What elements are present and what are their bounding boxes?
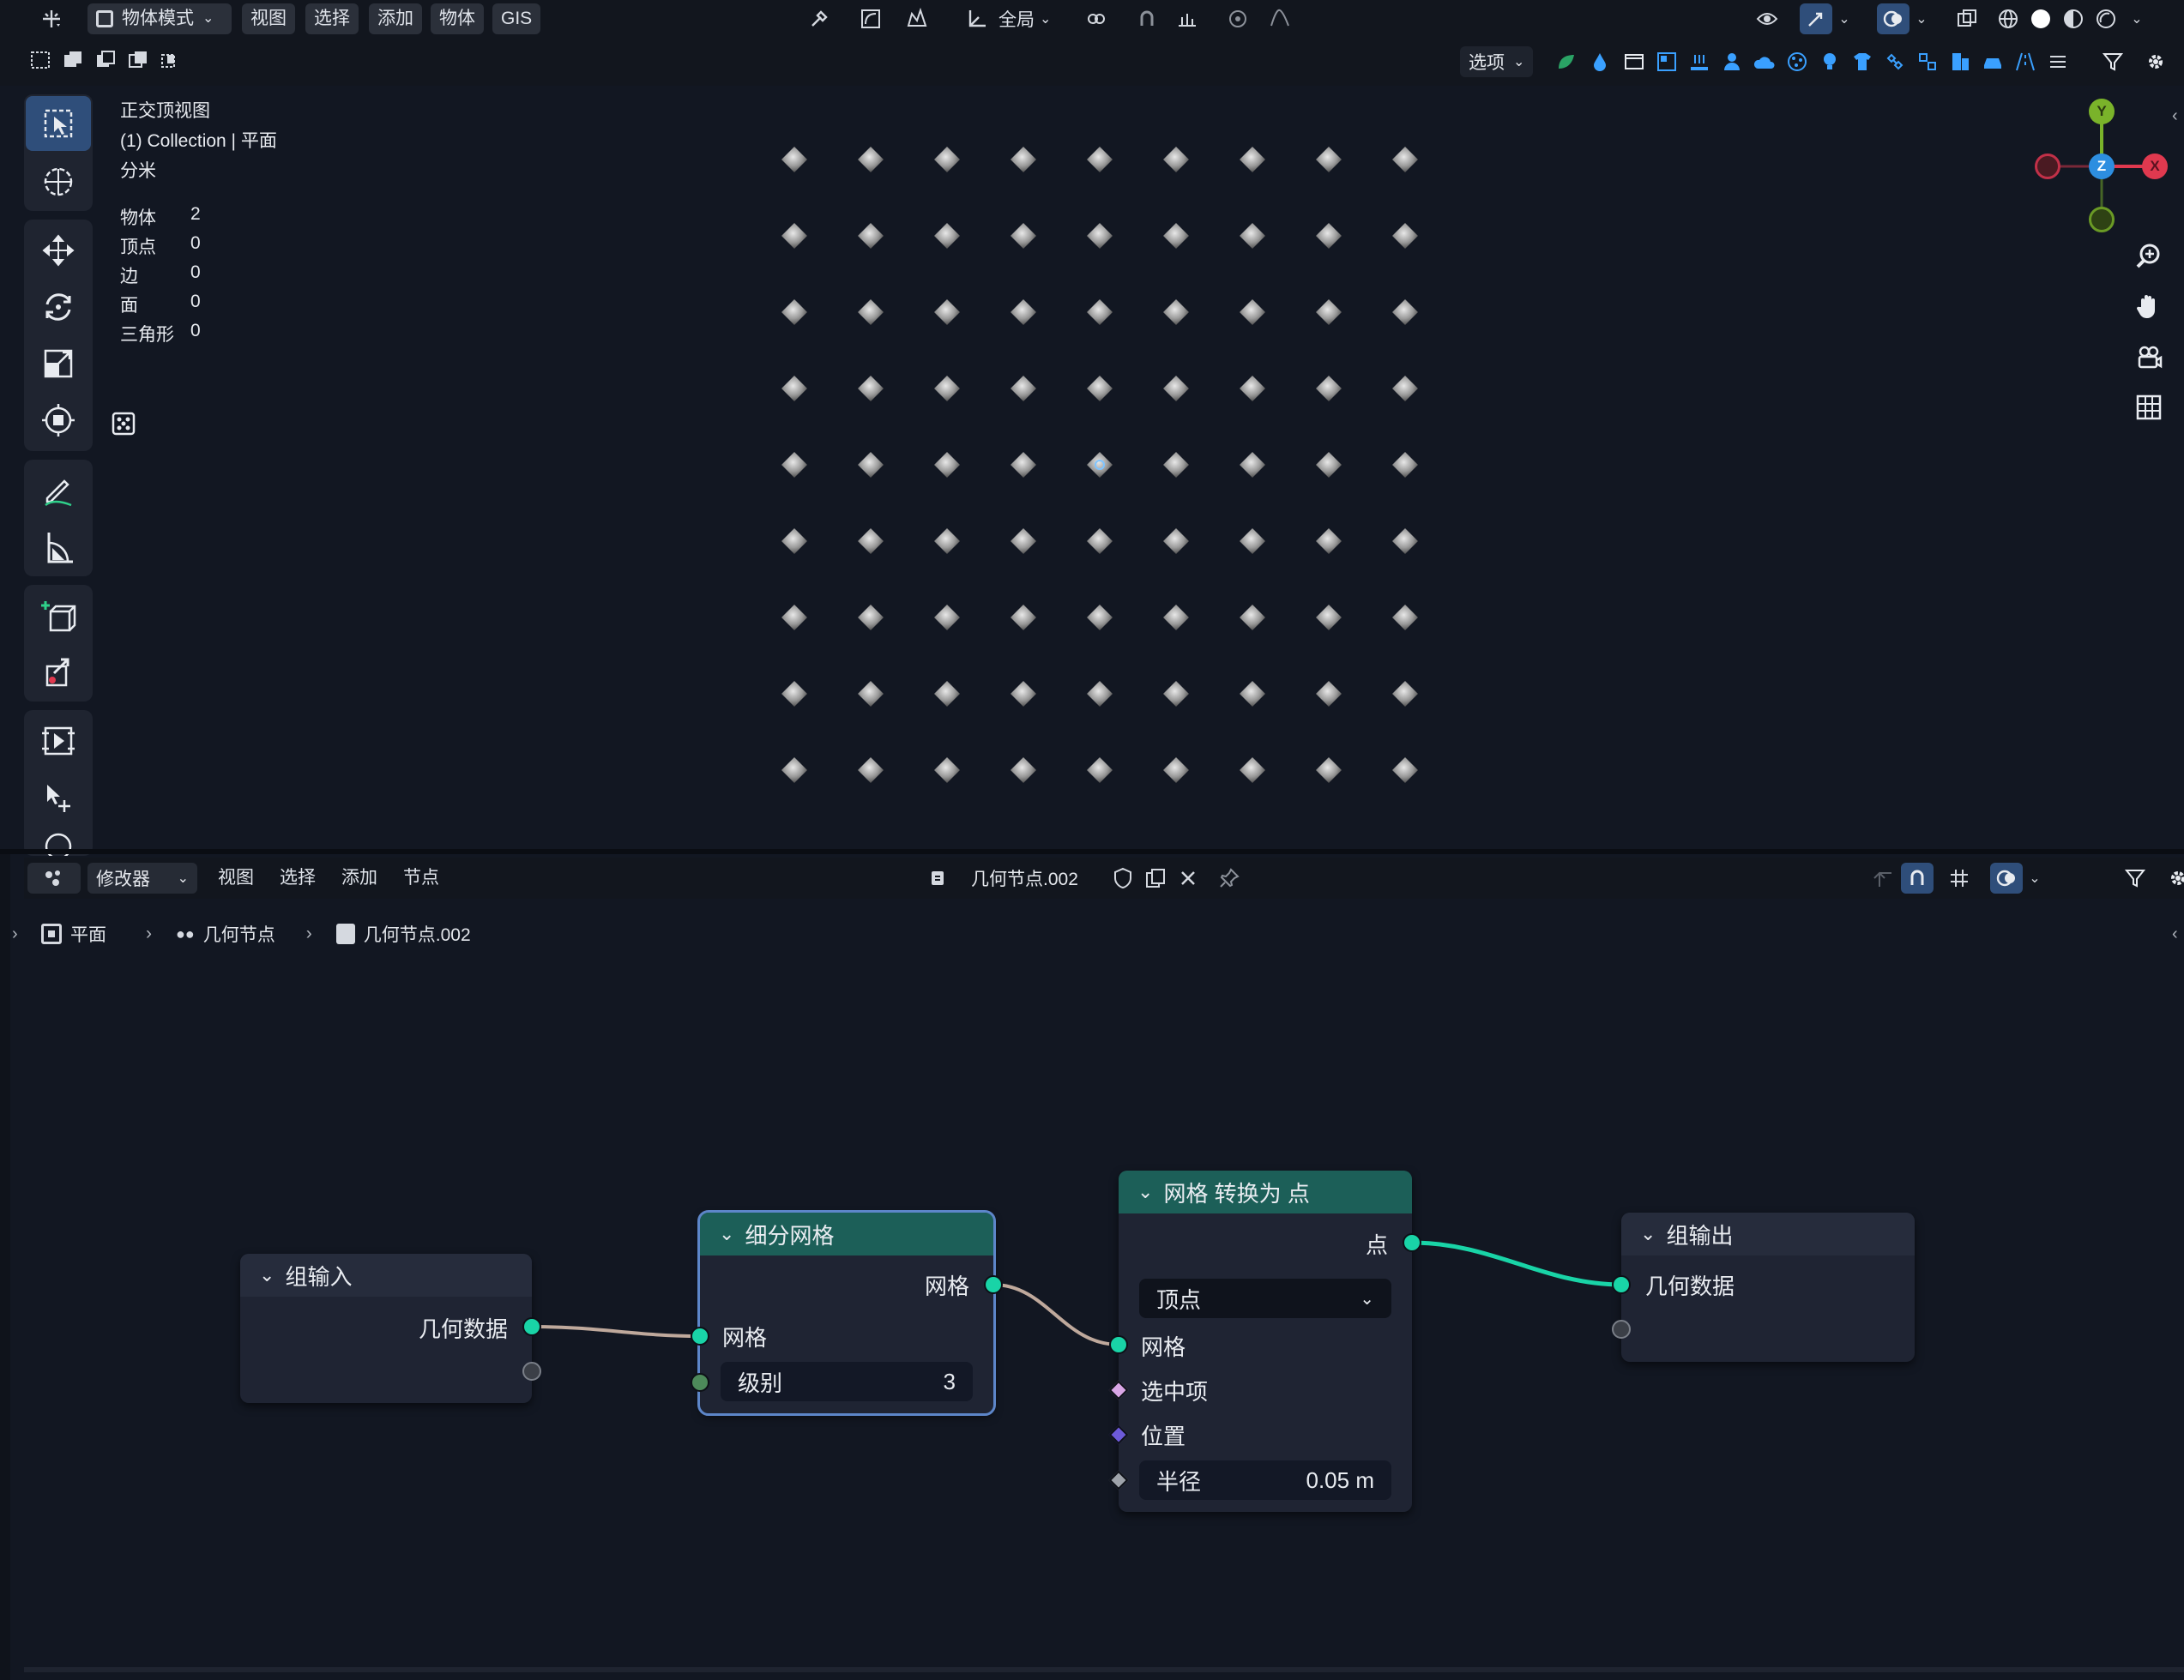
chevron-down-icon: ⌄: [1360, 1289, 1374, 1309]
group-output-node[interactable]: ⌄ 组输出 几何数据: [1621, 1213, 1915, 1362]
mode-dropdown[interactable]: 顶点 ⌄: [1139, 1279, 1391, 1318]
node-header[interactable]: ⌄ 组输出: [1621, 1213, 1915, 1255]
link-meshtopoints-groupoutput: [1411, 1240, 1622, 1287]
link-subdivide-meshtopoints: [992, 1283, 1119, 1346]
subdivide-mesh-node[interactable]: ⌄ 细分网格 网格 网格 级别 3: [697, 1210, 996, 1416]
node-links: [531, 1240, 1622, 1346]
input-socket-level[interactable]: [691, 1373, 709, 1392]
socket-label: 点: [1365, 1232, 1388, 1258]
node-title: 细分网格: [745, 1222, 835, 1249]
link-groupinput-subdivide: [531, 1325, 701, 1338]
output-socket-mesh[interactable]: [984, 1275, 1003, 1294]
input-socket-geometry[interactable]: [1612, 1275, 1631, 1294]
node-header[interactable]: ⌄ 组输入: [240, 1254, 532, 1297]
node-title: 组输出: [1666, 1222, 1734, 1249]
node-title: 组输入: [285, 1263, 353, 1290]
input-socket-mesh[interactable]: [691, 1327, 709, 1346]
collapse-chevron-icon[interactable]: ⌄: [259, 1264, 275, 1286]
node-title: 网格 转换为 点: [1163, 1180, 1310, 1207]
node-header[interactable]: ⌄ 网格 转换为 点: [1119, 1171, 1412, 1213]
mesh-to-points-node[interactable]: ⌄ 网格 转换为 点 点 顶点 ⌄ 网格 选中项 位置 半径 0.05 m: [1119, 1171, 1412, 1512]
socket-label: 几何数据: [418, 1316, 508, 1342]
output-socket-empty[interactable]: [522, 1362, 541, 1381]
collapse-chevron-icon[interactable]: ⌄: [719, 1223, 734, 1245]
collapse-chevron-icon[interactable]: ⌄: [1640, 1223, 1656, 1245]
radius-field[interactable]: 半径 0.05 m: [1139, 1460, 1391, 1500]
output-socket-points[interactable]: [1403, 1233, 1421, 1252]
level-field[interactable]: 级别 3: [721, 1362, 973, 1401]
group-input-node[interactable]: ⌄ 组输入 几何数据: [240, 1254, 532, 1403]
socket-label: 网格: [924, 1274, 969, 1299]
output-socket-geometry[interactable]: [522, 1317, 541, 1336]
socket-label: 网格: [722, 1325, 768, 1351]
status-strip: [24, 1667, 2184, 1672]
socket-label: 位置: [1141, 1424, 1186, 1449]
socket-label: 网格: [1141, 1334, 1186, 1360]
socket-label: 选中项: [1141, 1379, 1209, 1405]
socket-label: 几何数据: [1645, 1274, 1735, 1299]
input-socket-empty[interactable]: [1612, 1320, 1631, 1339]
node-header[interactable]: ⌄ 细分网格: [700, 1213, 993, 1255]
collapse-chevron-icon[interactable]: ⌄: [1137, 1181, 1153, 1203]
input-socket-mesh[interactable]: [1109, 1335, 1128, 1354]
